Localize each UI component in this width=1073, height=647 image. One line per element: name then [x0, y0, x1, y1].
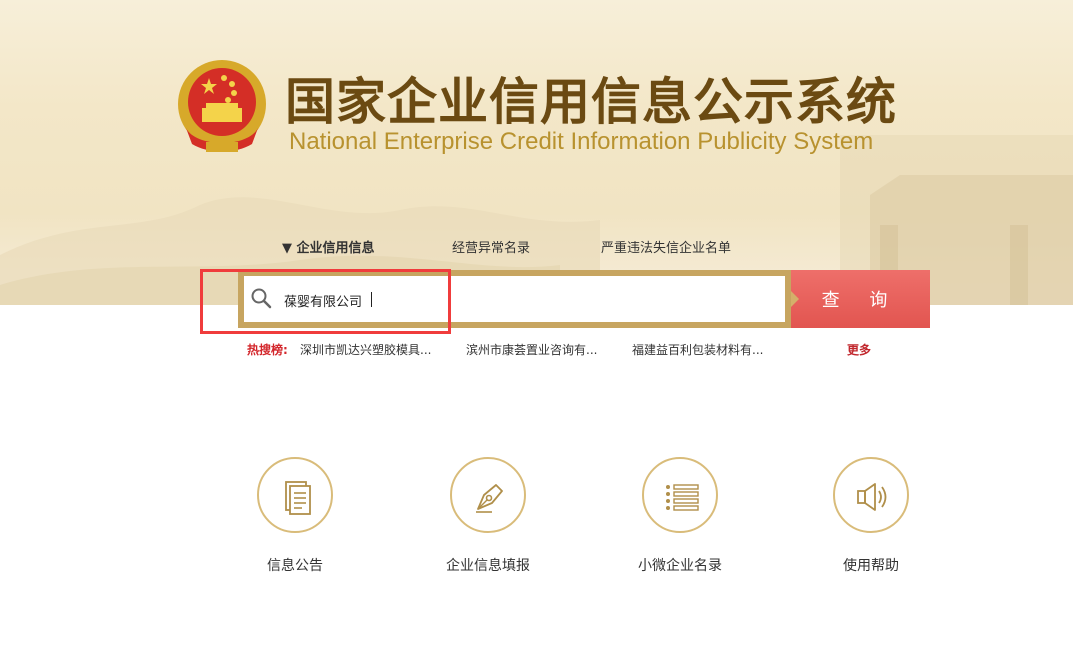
feature-icon-circle[interactable] [833, 457, 909, 533]
feature-enterprise-report[interactable]: 企业信息填报 [438, 457, 538, 575]
feature-label[interactable]: 企业信息填报 [438, 555, 538, 575]
speaker-icon [857, 483, 887, 511]
more-link[interactable]: 更多 [847, 341, 871, 358]
document-icon [285, 481, 311, 515]
list-icon [666, 484, 699, 511]
search-input[interactable] [284, 290, 774, 310]
header-banner: 国家企业信用信息公示系统 National Enterprise Credit … [0, 0, 1073, 305]
hot-search-item[interactable]: 滨州市康荟置业咨询有... [466, 341, 597, 358]
site-title-en: National Enterprise Credit Information P… [289, 128, 874, 155]
feature-icon-circle[interactable] [642, 457, 718, 533]
button-notch [791, 291, 799, 307]
feature-small-enterprise-list[interactable]: 小微企业名录 [630, 457, 730, 575]
hot-search-item[interactable]: 福建益百利包装材料有... [632, 341, 763, 358]
feature-label[interactable]: 使用帮助 [821, 555, 921, 575]
feature-label[interactable]: 小微企业名录 [630, 555, 730, 575]
national-emblem-icon [178, 60, 266, 152]
tab-serious-violations[interactable]: 严重违法失信企业名单 [601, 237, 731, 256]
query-button-label: 查 询 [821, 290, 900, 311]
search-tabs: ▼ 企业信用信息 经营异常名录 严重违法失信企业名单 [0, 237, 1073, 257]
hot-search-bar: 热搜榜: 深圳市凯达兴塑胶模具... 滨州市康荟置业咨询有... 福建益百利包装… [0, 341, 1073, 359]
site-title-cn: 国家企业信用信息公示系统 [285, 73, 897, 131]
feature-icon-circle[interactable] [450, 457, 526, 533]
tab-enterprise-credit-info[interactable]: ▼ 企业信用信息 [282, 237, 375, 256]
feature-label[interactable]: 信息公告 [245, 555, 345, 575]
feature-info-announcement[interactable]: 信息公告 [245, 457, 345, 575]
hot-search-label: 热搜榜: [247, 343, 288, 357]
tab-abnormal-operations[interactable]: 经营异常名录 [452, 237, 530, 256]
query-button[interactable]: 查 询 [791, 270, 930, 328]
search-icon [251, 288, 272, 309]
feature-icon-circle[interactable] [257, 457, 333, 533]
pen-nib-icon [476, 484, 503, 513]
text-cursor [371, 292, 372, 307]
hot-search-item[interactable]: 深圳市凯达兴塑胶模具... [300, 341, 431, 358]
feature-usage-help[interactable]: 使用帮助 [821, 457, 921, 575]
